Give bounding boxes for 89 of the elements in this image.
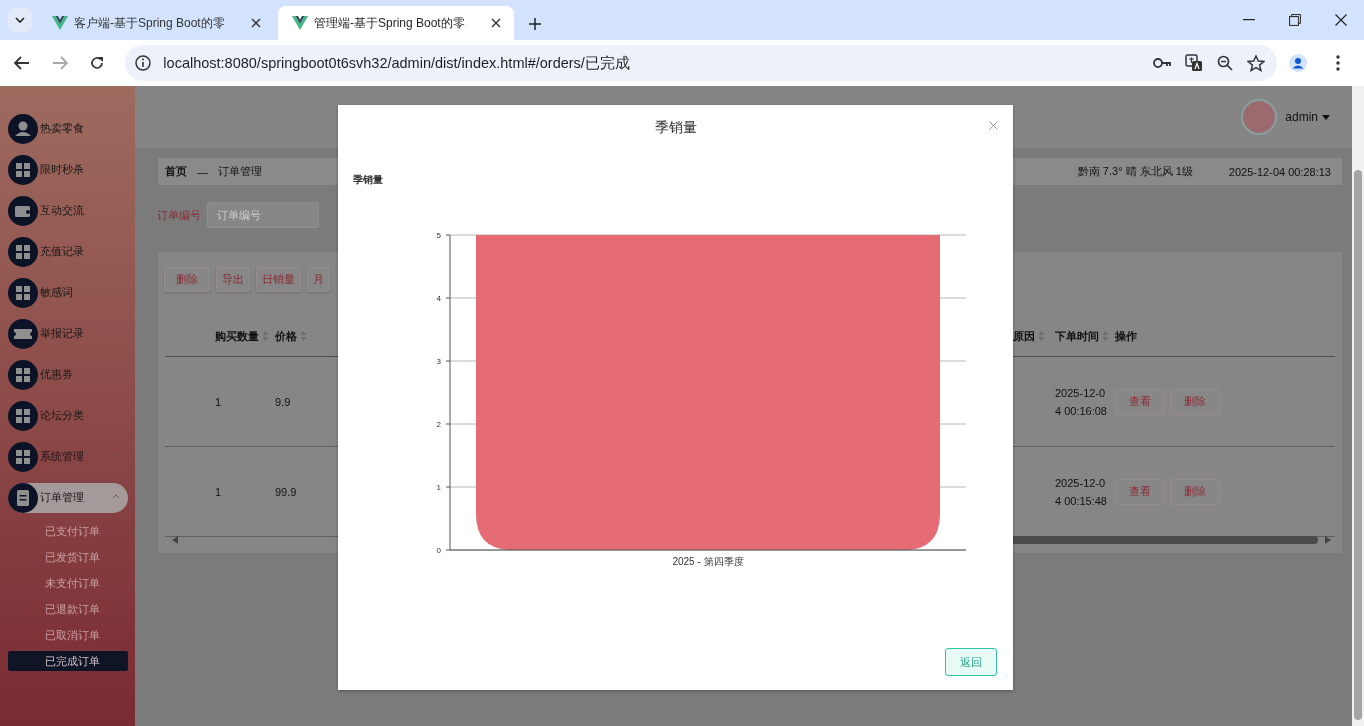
sidebar-item[interactable]: 订单管理 — [8, 482, 128, 513]
toolbar-button[interactable]: 导出 — [216, 267, 250, 292]
table-cell-text: 2025-12-04 00:16:08 — [1055, 385, 1108, 419]
sidebar-item[interactable]: 互动交流 — [8, 195, 128, 226]
close-icon[interactable] — [491, 18, 501, 28]
table-cell-text: 99.9 — [275, 485, 298, 498]
axis-category-label: 2025 - 第四季度 — [672, 556, 744, 567]
datetime-text: 2025-12-04 00:28:13 — [1228, 165, 1331, 178]
column-header: 原因 — [1013, 328, 1035, 344]
toolbar-button[interactable]: 月 — [307, 267, 330, 292]
column-header: 价格 — [275, 328, 297, 344]
grid-icon — [8, 154, 38, 185]
axis-tick-label: 1 — [436, 483, 441, 492]
axis-tick-label: 0 — [436, 546, 441, 555]
table-cell-text: 1 — [215, 395, 223, 408]
table-cell-text: 2025-12-04 00:15:48 — [1055, 475, 1108, 509]
scroll-right-icon[interactable] — [1325, 536, 1331, 544]
ticket-icon — [8, 318, 38, 349]
minimize-icon[interactable] — [1243, 19, 1255, 21]
tab-list-button[interactable] — [8, 8, 32, 32]
submenu-item[interactable]: 已退款订单 — [8, 599, 128, 619]
sidebar-item[interactable]: 优惠券 — [8, 359, 128, 390]
breadcrumb-item[interactable]: 首页 — [165, 164, 187, 179]
grid-icon — [8, 400, 38, 431]
menu-icon[interactable] — [1336, 55, 1341, 71]
sidebar-item[interactable]: 热卖零食 — [8, 113, 128, 144]
submenu-item[interactable]: 已取消订单 — [8, 625, 128, 645]
sidebar-item[interactable]: 论坛分类 — [8, 400, 128, 431]
sidebar-item[interactable]: 举报记录 — [8, 318, 128, 349]
v-logo-icon — [52, 16, 68, 30]
field-label: 订单编号 — [157, 207, 201, 223]
sidebar-item[interactable]: 限时秒杀 — [8, 154, 128, 185]
browser-tab[interactable]: 客户端-基于Spring Boot的零 — [38, 6, 274, 40]
sidebar-item[interactable]: 敏感词 — [8, 277, 128, 308]
user-menu[interactable]: admin — [1285, 110, 1330, 124]
breadcrumb-item[interactable]: 订单管理 — [218, 164, 262, 179]
info-icon[interactable] — [135, 55, 152, 71]
order-number-field[interactable]: 订单编号 — [207, 202, 319, 228]
toolbar-button[interactable]: 删除 — [164, 267, 210, 292]
row-action-button[interactable]: 删除 — [1170, 478, 1220, 505]
browser-tab[interactable]: 管理端-基于Spring Boot的零 — [278, 6, 514, 40]
grid-icon — [8, 441, 38, 472]
axis-tick-label: 2 — [436, 420, 441, 429]
grid-icon — [8, 236, 38, 267]
back-button[interactable]: 返回 — [945, 648, 997, 676]
restore-icon[interactable] — [1289, 14, 1301, 26]
axis-tick-label: 3 — [436, 357, 441, 366]
scrollbar-thumb[interactable] — [1354, 170, 1362, 720]
weather-text: 黔南 7.3° 晴 东北风 1级 — [1077, 164, 1193, 179]
table-cell-text: 1 — [215, 485, 223, 498]
breadcrumb-separator: — — [197, 165, 208, 178]
axis-tick-label: 5 — [436, 231, 441, 240]
wallet-icon — [8, 195, 38, 226]
dialog-title: 季销量 — [654, 119, 697, 137]
user-icon — [8, 113, 38, 144]
submenu-item[interactable]: 已发货订单 — [8, 547, 128, 567]
reload-icon[interactable] — [90, 56, 105, 70]
zoom-icon[interactable] — [1216, 55, 1233, 71]
column-header: 下单时间 — [1055, 328, 1099, 344]
plus-icon[interactable] — [528, 17, 542, 31]
key-icon[interactable] — [1152, 57, 1171, 69]
column-header: 购买数量 — [215, 328, 259, 344]
row-action-button[interactable]: 查看 — [1115, 388, 1165, 415]
grid-icon — [8, 359, 38, 390]
star-icon[interactable] — [1246, 54, 1265, 72]
chart-title: 季销量 — [353, 174, 383, 185]
clipboard-icon — [8, 482, 38, 513]
submenu-item[interactable]: 未支付订单 — [8, 573, 128, 593]
sidebar-item[interactable]: 充值记录 — [8, 236, 128, 267]
close-icon[interactable] — [1335, 14, 1347, 26]
table-cell-text: 9.9 — [275, 395, 292, 408]
row-action-button[interactable]: 删除 — [1170, 388, 1220, 415]
column-header: 操作 — [1115, 328, 1137, 344]
chevron-down-icon — [15, 17, 25, 23]
row-action-button[interactable]: 查看 — [1115, 478, 1165, 505]
profile-icon[interactable] — [1289, 54, 1308, 72]
translate-icon[interactable] — [1184, 54, 1203, 72]
close-icon[interactable] — [251, 18, 261, 28]
sidebar-item[interactable]: 系统管理 — [8, 441, 128, 472]
address-bar[interactable]: localhost:8080/springboot0t6svh32/admin/dist/index.html#/orders/已完成 — [125, 45, 1277, 81]
back-arrow-icon[interactable] — [13, 56, 30, 70]
caret-icon — [1322, 114, 1330, 120]
submenu-item[interactable]: 已完成订单 — [8, 651, 128, 671]
submenu-item[interactable]: 已支付订单 — [8, 521, 128, 541]
toolbar-button[interactable]: 日销量 — [256, 267, 301, 292]
v-logo-icon — [292, 16, 308, 30]
scroll-left-icon[interactable] — [172, 536, 178, 544]
axis-tick-label: 4 — [436, 294, 441, 303]
grid-icon — [8, 277, 38, 308]
